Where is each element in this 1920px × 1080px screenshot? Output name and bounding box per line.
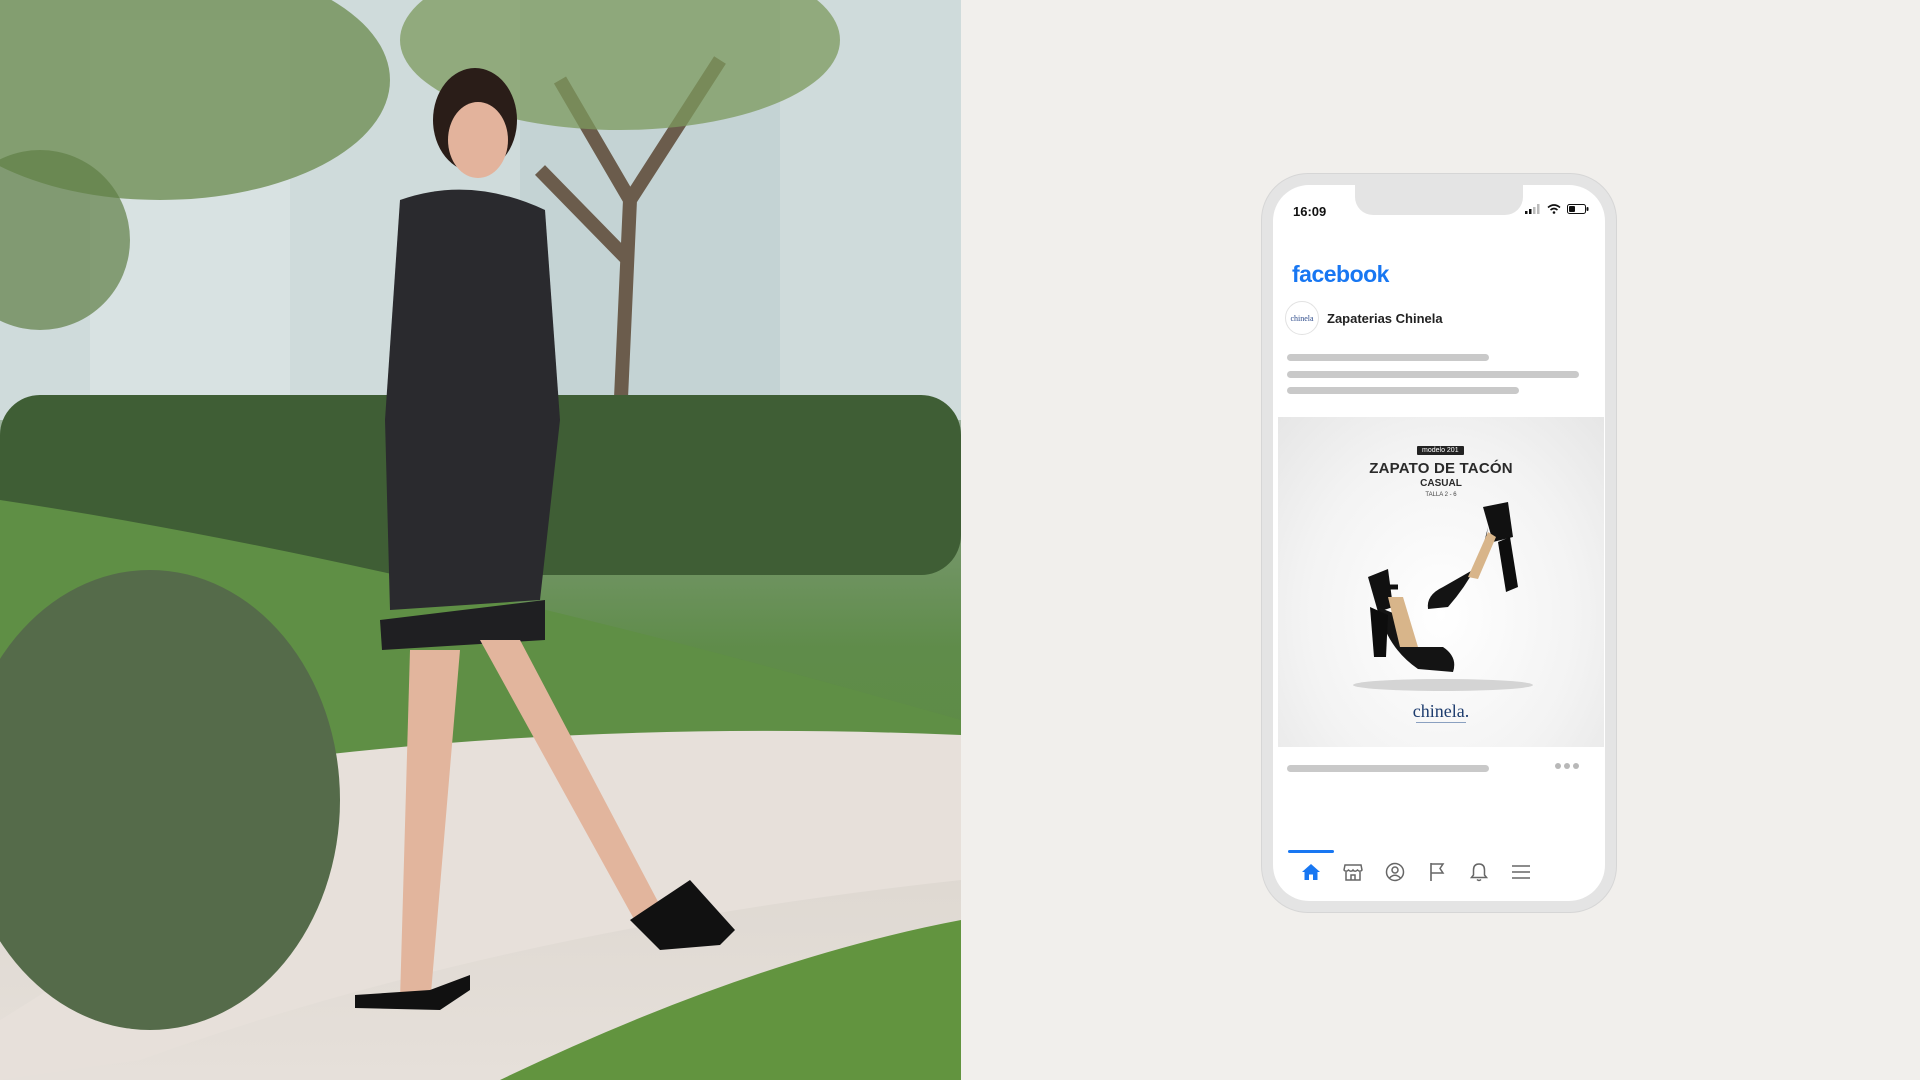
skeleton-line: [1287, 765, 1489, 772]
skeleton-line: [1287, 371, 1579, 378]
skeleton-line: [1287, 354, 1489, 361]
phone-notch: [1355, 185, 1523, 215]
bottom-tab-bar: [1273, 850, 1605, 890]
hero-photo: [0, 0, 961, 1080]
status-icons: [1525, 204, 1589, 214]
marketplace-icon: [1343, 864, 1363, 881]
tab-home[interactable]: [1298, 860, 1324, 884]
ad-image[interactable]: modelo 201 ZAPATO DE TACÓN CASUAL TALLA …: [1278, 417, 1604, 747]
shoes-illustration: [1353, 502, 1533, 691]
photo-illustration: [0, 0, 961, 1080]
page-avatar[interactable]: chinela: [1285, 301, 1319, 335]
skeleton-line: [1287, 387, 1519, 394]
signal-icon: [1525, 204, 1540, 214]
ad-title: ZAPATO DE TACÓN: [1369, 460, 1513, 477]
active-tab-indicator: [1288, 850, 1334, 853]
battery-icon: [1567, 204, 1589, 214]
ad-model-tag: modelo 201: [1417, 446, 1464, 455]
profile-icon: [1385, 862, 1405, 882]
bell-icon: [1470, 863, 1488, 882]
tab-marketplace[interactable]: [1340, 860, 1366, 884]
tab-menu[interactable]: [1508, 860, 1534, 884]
facebook-logo: facebook: [1292, 261, 1389, 287]
phone-mockup: 16:09 facebook chinela Zapaterias Chinel…: [1262, 174, 1616, 912]
brand-underline: [1416, 722, 1466, 723]
tab-pages[interactable]: [1424, 860, 1450, 884]
more-options-icon[interactable]: [1555, 763, 1579, 769]
menu-icon: [1512, 865, 1530, 879]
tab-profile[interactable]: [1382, 860, 1408, 884]
phone-screen: 16:09 facebook chinela Zapaterias Chinel…: [1273, 185, 1605, 901]
home-icon: [1302, 864, 1320, 880]
ad-brand-logo: chinela.: [1412, 701, 1470, 721]
tab-notifications[interactable]: [1466, 860, 1492, 884]
post-header[interactable]: chinela Zapaterias Chinela: [1285, 301, 1443, 335]
status-time: 16:09: [1293, 204, 1327, 219]
page-name[interactable]: Zapaterias Chinela: [1327, 311, 1443, 326]
wifi-icon: [1547, 204, 1561, 214]
flag-icon: [1430, 863, 1445, 881]
ad-subtitle: CASUAL: [1420, 478, 1462, 489]
